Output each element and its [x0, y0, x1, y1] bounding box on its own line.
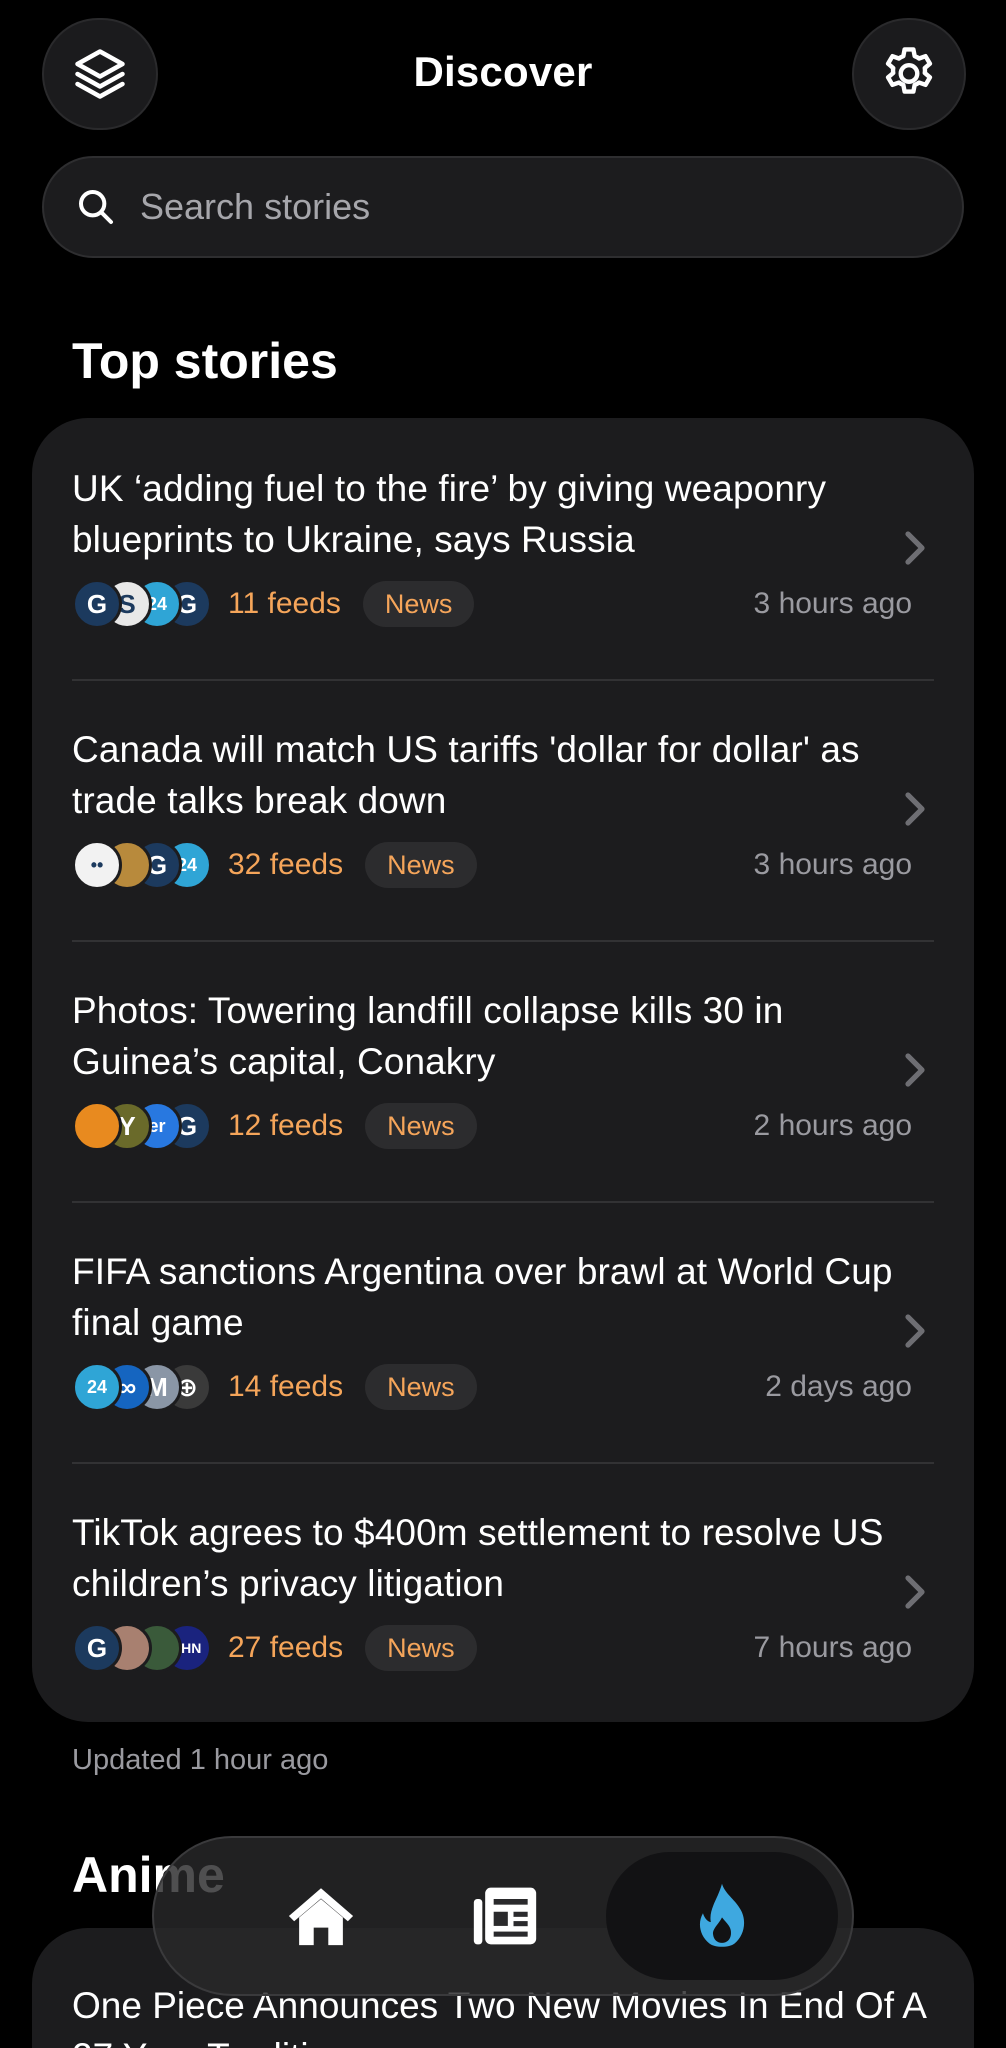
story-time: 7 hours ago — [753, 1631, 912, 1664]
chevron-right-icon — [905, 1314, 925, 1348]
story-title: UK ‘adding fuel to the fire’ by giving w… — [72, 468, 827, 560]
source-avatar: 24 — [72, 1362, 122, 1412]
story-time: 3 hours ago — [753, 848, 912, 881]
search-input[interactable] — [140, 186, 900, 228]
story-row[interactable]: TikTok agrees to $400m settlement to res… — [32, 1462, 974, 1722]
gear-icon — [885, 47, 933, 94]
category-tag: News — [365, 1103, 477, 1149]
feed-count: 14 feeds — [228, 1370, 344, 1403]
category-tag: News — [365, 1364, 477, 1410]
chevron-right-icon — [905, 1053, 925, 1087]
feed-count: 12 feeds — [228, 1109, 344, 1142]
home-icon — [288, 1888, 354, 1946]
story-row[interactable]: UK ‘adding fuel to the fire’ by giving w… — [32, 418, 974, 679]
top-stories-card: UK ‘adding fuel to the fire’ by giving w… — [32, 418, 974, 1722]
category-tag: News — [365, 1625, 477, 1671]
story-title: Photos: Towering landfill collapse kills… — [72, 990, 784, 1082]
source-avatars: G S 24 G — [72, 579, 212, 629]
source-avatar — [72, 1101, 122, 1151]
source-avatar: G — [72, 579, 122, 629]
section-title-top-stories: Top stories — [72, 333, 338, 389]
source-avatars: •• G 24 — [72, 840, 212, 890]
feed-count: 32 feeds — [228, 848, 344, 881]
source-avatar: •• — [72, 840, 122, 890]
search-bar[interactable] — [42, 156, 964, 258]
story-time: 2 hours ago — [753, 1109, 912, 1142]
story-meta: G THN 27 feeds News 7 hours ago — [72, 1623, 912, 1673]
feed-count: 11 feeds — [228, 587, 341, 620]
story-title: FIFA sanctions Argentina over brawl at W… — [72, 1251, 893, 1343]
bottom-nav — [152, 1836, 854, 1996]
story-time: 2 days ago — [765, 1370, 912, 1403]
source-avatars: G THN — [72, 1623, 212, 1673]
story-meta: Yer G 12 feeds News 2 hours ago — [72, 1101, 912, 1151]
nav-item-news[interactable] — [390, 1852, 620, 1980]
flame-icon — [699, 1883, 745, 1947]
updated-timestamp: Updated 1 hour ago — [72, 1744, 329, 1776]
chevron-right-icon — [905, 1575, 925, 1609]
category-tag: News — [362, 581, 475, 627]
source-avatars: Yer G — [72, 1101, 212, 1151]
story-meta: G S 24 G 11 feeds News 3 hours ago — [72, 579, 912, 629]
story-meta: 24 ∞ M ⊕ 14 feeds News 2 days ago — [72, 1362, 912, 1412]
story-row[interactable]: Photos: Towering landfill collapse kills… — [32, 940, 974, 1201]
story-title: Canada will match US tariffs 'dollar for… — [72, 729, 860, 821]
source-avatar: G — [72, 1623, 122, 1673]
newspaper-icon — [473, 1887, 537, 1945]
nav-item-trending[interactable] — [606, 1852, 838, 1980]
discover-screen: Discover Top stories UK ‘adding fuel to … — [0, 0, 1006, 2048]
story-time: 3 hours ago — [753, 587, 912, 620]
story-meta: •• G 24 32 feeds News 3 hours ago — [72, 840, 912, 890]
category-tag: News — [365, 842, 477, 888]
search-icon — [79, 190, 113, 224]
chevron-right-icon — [905, 531, 925, 565]
chevron-right-icon — [905, 792, 925, 826]
story-row[interactable]: FIFA sanctions Argentina over brawl at W… — [32, 1201, 974, 1462]
settings-button[interactable] — [852, 18, 966, 130]
story-title: TikTok agrees to $400m settlement to res… — [72, 1512, 884, 1604]
feed-count: 27 feeds — [228, 1631, 344, 1664]
source-avatars: 24 ∞ M ⊕ — [72, 1362, 212, 1412]
story-row[interactable]: Canada will match US tariffs 'dollar for… — [32, 679, 974, 940]
